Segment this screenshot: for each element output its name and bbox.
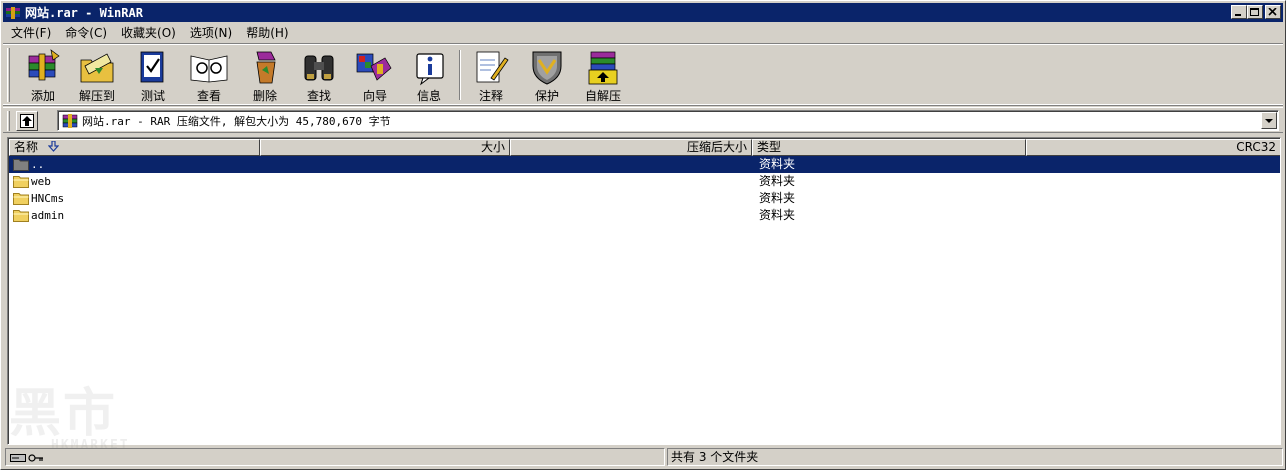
menu-file[interactable]: 文件(F) (3, 24, 57, 41)
menu-favorites[interactable]: 收藏夹(O) (113, 24, 182, 41)
delete-trash-icon (256, 51, 276, 84)
address-text: 网站.rar - RAR 压缩文件, 解包大小为 45,780,670 字节 (82, 114, 391, 128)
status-summary-text: 共有 3 个文件夹 (671, 450, 759, 464)
column-type-label: 类型 (757, 140, 782, 154)
file-type: 资料夹 (759, 157, 796, 171)
test-book-icon (140, 51, 164, 83)
chevron-down-icon (1265, 119, 1273, 123)
watermark-main: 黑市 (9, 384, 118, 444)
extract-folder-icon (80, 53, 114, 83)
info-button[interactable]: 信息 (403, 48, 455, 104)
window-title: 网站.rar - WinRAR (25, 6, 143, 20)
rar-archive-icon (62, 113, 78, 128)
file-name: .. (31, 158, 45, 171)
menu-options[interactable]: 选项(N) (182, 24, 238, 41)
column-name-label: 名称 (14, 140, 39, 154)
column-packed-label: 压缩后大小 (686, 140, 747, 154)
toolbar-grip[interactable] (7, 48, 10, 102)
address-bar: 网站.rar - RAR 压缩文件, 解包大小为 45,780,670 字节 (3, 107, 1283, 133)
address-dropdown-button[interactable] (1261, 112, 1277, 129)
add-label: 添加 (30, 89, 55, 103)
toolbar: 添加 解压到 测试 查看 删除 查找 向导 信息 注释 保护 自解压 (3, 43, 1283, 105)
info-icon (416, 53, 444, 86)
sfx-button[interactable]: 自解压 (577, 48, 629, 104)
view-button[interactable]: 查看 (183, 48, 235, 104)
column-size-label: 大小 (480, 140, 505, 154)
up-folder-button[interactable] (16, 111, 38, 131)
winrar-window: 网站.rar - WinRAR 文件(F) 命令(C) 收藏夹(O) 选项(N)… (0, 0, 1286, 470)
toolbar-separator (459, 50, 461, 100)
add-button[interactable]: 添加 (17, 48, 69, 104)
file-type: 资料夹 (759, 208, 796, 222)
wizard-icon (356, 53, 392, 81)
wizard-button[interactable]: 向导 (349, 48, 401, 104)
find-button[interactable]: 查找 (293, 48, 345, 104)
up-arrow-icon (20, 114, 34, 128)
file-name: web (31, 175, 51, 188)
table-row[interactable]: web 资料夹 (9, 173, 1280, 190)
sfx-archive-icon (588, 51, 618, 85)
delete-label: 删除 (252, 89, 277, 103)
column-name[interactable]: 名称 (9, 139, 260, 156)
menu-bar: 文件(F) 命令(C) 收藏夹(O) 选项(N) 帮助(H) (3, 23, 295, 42)
menu-help[interactable]: 帮助(H) (238, 24, 294, 41)
minimize-button[interactable] (1231, 5, 1247, 19)
status-bar: 共有 3 个文件夹 (3, 447, 1283, 467)
watermark: 黑市 HKMARKET (9, 388, 130, 453)
protect-label: 保护 (534, 89, 559, 103)
protect-button[interactable]: 保护 (521, 48, 573, 104)
sfx-label: 自解压 (584, 89, 621, 103)
file-type: 资料夹 (759, 174, 796, 188)
column-crc[interactable]: CRC32 (1026, 139, 1280, 156)
folder-up-icon (13, 159, 29, 171)
column-size[interactable]: 大小 (260, 139, 510, 156)
minimize-icon (1235, 14, 1241, 16)
column-packed[interactable]: 压缩后大小 (510, 139, 752, 156)
close-icon (1268, 8, 1277, 16)
find-binoculars-icon (304, 55, 334, 81)
folder-icon (13, 176, 29, 188)
test-label: 测试 (140, 89, 165, 103)
file-name: admin (31, 209, 65, 222)
extract-label: 解压到 (78, 89, 115, 103)
folder-icon (13, 193, 29, 205)
delete-button[interactable]: 删除 (239, 48, 291, 104)
status-left-pane (5, 448, 665, 466)
status-summary: 共有 3 个文件夹 (667, 448, 1283, 466)
comment-label: 注释 (478, 89, 503, 103)
find-label: 查找 (306, 89, 331, 103)
wizard-label: 向导 (362, 89, 387, 103)
column-type[interactable]: 类型 (752, 139, 1026, 156)
sort-down-icon (47, 141, 59, 152)
key-icon (28, 454, 43, 462)
comment-button[interactable]: 注释 (465, 48, 517, 104)
maximize-icon (1250, 8, 1259, 16)
menu-commands[interactable]: 命令(C) (57, 24, 113, 41)
comment-pencil-icon (476, 51, 509, 83)
file-name: HNCms (31, 192, 65, 205)
list-header: 名称 大小 压缩后大小 类型 CRC32 (9, 139, 1280, 156)
column-crc-label: CRC32 (1236, 140, 1276, 154)
info-label: 信息 (416, 89, 441, 103)
maximize-button[interactable] (1247, 5, 1263, 19)
protect-shield-icon (532, 51, 562, 85)
table-row[interactable]: admin 资料夹 (9, 207, 1280, 224)
address-grip[interactable] (7, 111, 10, 131)
winrar-app-icon (6, 6, 20, 19)
file-list[interactable]: 名称 大小 压缩后大小 类型 CRC32 .. 资料夹 web 资料夹 HNCm… (7, 137, 1281, 445)
view-label: 查看 (196, 89, 221, 103)
drive-icon (10, 454, 26, 462)
address-combobox[interactable]: 网站.rar - RAR 压缩文件, 解包大小为 45,780,670 字节 (57, 110, 1279, 131)
view-glasses-icon (190, 55, 228, 83)
file-type: 资料夹 (759, 191, 796, 205)
add-archive-icon (28, 49, 60, 81)
title-bar[interactable]: 网站.rar - WinRAR (3, 3, 1283, 22)
table-row[interactable]: .. 资料夹 (9, 156, 1280, 173)
extract-button[interactable]: 解压到 (71, 48, 123, 104)
folder-icon (13, 210, 29, 222)
test-button[interactable]: 测试 (127, 48, 179, 104)
table-row[interactable]: HNCms 资料夹 (9, 190, 1280, 207)
close-button[interactable] (1265, 5, 1281, 19)
